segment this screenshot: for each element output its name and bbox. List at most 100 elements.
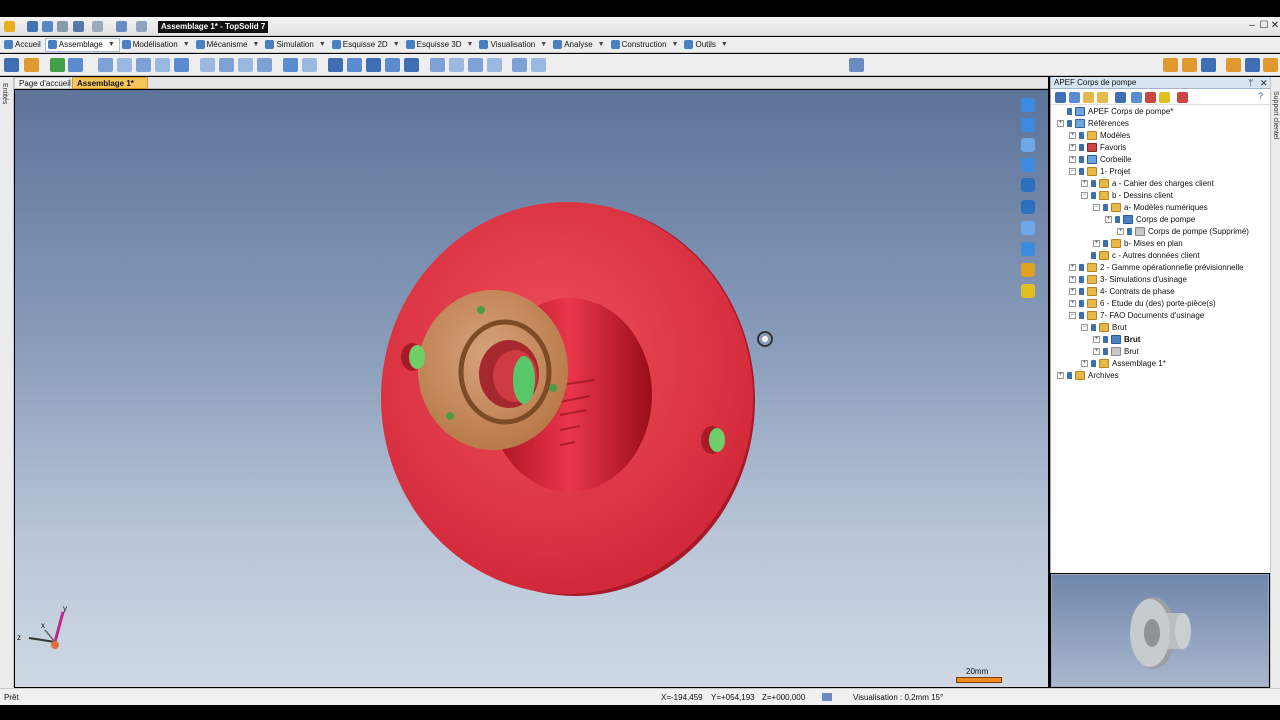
expand-toggle-icon[interactable]: + xyxy=(1057,119,1064,127)
repeat-icon[interactable] xyxy=(174,58,189,72)
drilling-icon[interactable] xyxy=(328,58,343,72)
tool-icon[interactable] xyxy=(1226,58,1241,72)
expand-toggle-icon[interactable]: + xyxy=(1069,131,1076,139)
expand-toggle-icon[interactable]: + xyxy=(1069,287,1076,295)
expand-toggle-icon[interactable]: + xyxy=(1081,359,1088,367)
menu-visualisation[interactable]: Visualisation ▼ xyxy=(477,38,551,52)
align-icon[interactable] xyxy=(98,58,113,72)
chevron-down-icon[interactable]: ▼ xyxy=(467,41,474,48)
expand-toggle-icon[interactable]: + xyxy=(1069,275,1076,283)
expand-toggle-icon[interactable]: + xyxy=(1105,215,1112,223)
chevron-down-icon[interactable]: ▼ xyxy=(721,41,728,48)
tree-item[interactable]: + Brut xyxy=(1051,345,1271,357)
move-icon[interactable] xyxy=(283,58,298,72)
constraint-icon[interactable] xyxy=(68,58,83,72)
orient-2-icon[interactable] xyxy=(449,58,464,72)
minimize-button[interactable]: – xyxy=(1246,19,1258,33)
expand-toggle-icon[interactable]: + xyxy=(1093,335,1100,343)
print-icon[interactable] xyxy=(57,21,68,32)
tree-item[interactable]: + Références xyxy=(1051,117,1271,129)
expand-toggle-icon[interactable]: + xyxy=(1117,227,1124,235)
tree-item[interactable]: + Favoris xyxy=(1051,141,1271,153)
menu-accueil[interactable]: Accueil xyxy=(2,38,45,52)
mirror-icon[interactable] xyxy=(302,58,317,72)
chevron-down-icon[interactable]: ▼ xyxy=(672,41,679,48)
include-icon[interactable] xyxy=(24,58,39,72)
tree-item[interactable]: +2 - Gamme opérationnelle prévisionnelle xyxy=(1051,261,1271,273)
rotate-icon[interactable] xyxy=(136,58,151,72)
sketch-curve-icon[interactable] xyxy=(257,58,272,72)
help-icon[interactable]: ? xyxy=(1258,91,1263,101)
menu-esquisse-2d[interactable]: Esquisse 2D ▼ xyxy=(330,38,404,52)
zoom-icon[interactable] xyxy=(1021,221,1035,235)
panel-icon[interactable] xyxy=(1245,58,1260,72)
view-direction-icon[interactable] xyxy=(1021,138,1035,152)
entities-side-tab[interactable]: Entités xyxy=(0,77,14,688)
expand-toggle-icon[interactable]: + xyxy=(1069,263,1076,271)
expand-toggle-icon[interactable]: − xyxy=(1093,203,1100,211)
export-icon[interactable] xyxy=(404,58,419,72)
pin-icon[interactable]: ᛘ xyxy=(1248,77,1253,89)
menu-mecanisme[interactable]: Mécanisme ▼ xyxy=(194,38,264,52)
view-grid-icon[interactable] xyxy=(1021,178,1035,192)
tree-item[interactable]: APEF Corps de pompe* xyxy=(1051,105,1271,117)
redo-icon[interactable] xyxy=(92,21,103,32)
chevron-down-icon[interactable]: ▼ xyxy=(393,41,400,48)
tree-item[interactable]: − b - Dessins client xyxy=(1051,189,1271,201)
panel-close-button[interactable]: ✕ xyxy=(1260,77,1268,89)
tree-item[interactable]: + Corps de pompe xyxy=(1051,213,1271,225)
filter-icon[interactable] xyxy=(1163,58,1178,72)
chevron-down-icon[interactable]: ▼ xyxy=(540,41,547,48)
tab-home[interactable]: Page d'accueil xyxy=(14,77,71,89)
measure-icon[interactable] xyxy=(512,58,527,72)
tree-item[interactable]: − 1- Projet xyxy=(1051,165,1271,177)
axis-icon[interactable] xyxy=(155,58,170,72)
undo-icon[interactable] xyxy=(73,21,84,32)
expand-toggle-icon[interactable]: + xyxy=(1093,347,1100,355)
3d-viewport[interactable]: y z x xyxy=(15,90,1048,687)
shaded-view-icon[interactable] xyxy=(1021,242,1035,256)
3d-model-view[interactable]: y z x xyxy=(15,90,1048,687)
expand-toggle-icon[interactable]: + xyxy=(1093,239,1100,247)
expand-toggle-icon[interactable]: − xyxy=(1069,311,1076,319)
chevron-down-icon[interactable]: ▼ xyxy=(183,41,190,48)
app-menu-icon[interactable] xyxy=(4,21,15,32)
orient-icon[interactable] xyxy=(430,58,445,72)
tree-item[interactable]: +3- Simulations d'usinage xyxy=(1051,273,1271,285)
tree-item[interactable]: + a - Cahier des charges client xyxy=(1051,177,1271,189)
zoom-window-icon[interactable] xyxy=(1021,200,1035,214)
tree-icon[interactable] xyxy=(1055,92,1066,103)
chevron-down-icon[interactable]: ▼ xyxy=(598,41,605,48)
view-back-icon[interactable] xyxy=(1021,118,1035,132)
chevron-down-icon[interactable]: ▼ xyxy=(108,41,115,48)
tree-item[interactable]: + Archives xyxy=(1051,369,1271,381)
tree-item[interactable]: + Corps de pompe (Supprimé) xyxy=(1051,225,1271,237)
expand-toggle-icon[interactable]: − xyxy=(1069,167,1076,175)
insert-part-icon[interactable] xyxy=(4,58,19,72)
menu-outils[interactable]: Outils ▼ xyxy=(682,38,731,52)
menu-assemblage[interactable]: Assemblage ▼ xyxy=(44,37,120,52)
view-orbit-icon[interactable] xyxy=(1021,158,1035,172)
sketch-arc-icon[interactable] xyxy=(219,58,234,72)
tree-item[interactable]: c - Autres données client xyxy=(1051,249,1271,261)
measure-angle-icon[interactable] xyxy=(531,58,546,72)
save-all-icon[interactable] xyxy=(42,21,53,32)
chevron-down-icon[interactable]: ▼ xyxy=(253,41,260,48)
sketch-line-icon[interactable] xyxy=(200,58,215,72)
stack-icon[interactable] xyxy=(385,58,400,72)
tree-item[interactable]: − 7- FAO Documents d'usinage xyxy=(1051,309,1271,321)
orient-4-icon[interactable] xyxy=(487,58,502,72)
support-side-tab[interactable]: Support clientel xyxy=(1270,77,1280,688)
expand-toggle-icon[interactable]: + xyxy=(1069,155,1076,163)
tab-assemblage[interactable]: Assemblage 1* xyxy=(72,77,148,89)
help-icon[interactable] xyxy=(1021,284,1035,298)
tree-item[interactable]: + b- Mises en plan xyxy=(1051,237,1271,249)
save-icon[interactable] xyxy=(27,21,38,32)
expand-toggle-icon[interactable]: + xyxy=(1081,179,1088,187)
expand-toggle-icon[interactable]: + xyxy=(1057,371,1064,379)
menu-esquisse-3d[interactable]: Esquisse 3D ▼ xyxy=(404,38,478,52)
expand-toggle-icon[interactable]: + xyxy=(1069,143,1076,151)
pattern-icon[interactable] xyxy=(366,58,381,72)
material-icon[interactable] xyxy=(1021,263,1035,277)
tree-item[interactable]: +4- Contrats de phase xyxy=(1051,285,1271,297)
